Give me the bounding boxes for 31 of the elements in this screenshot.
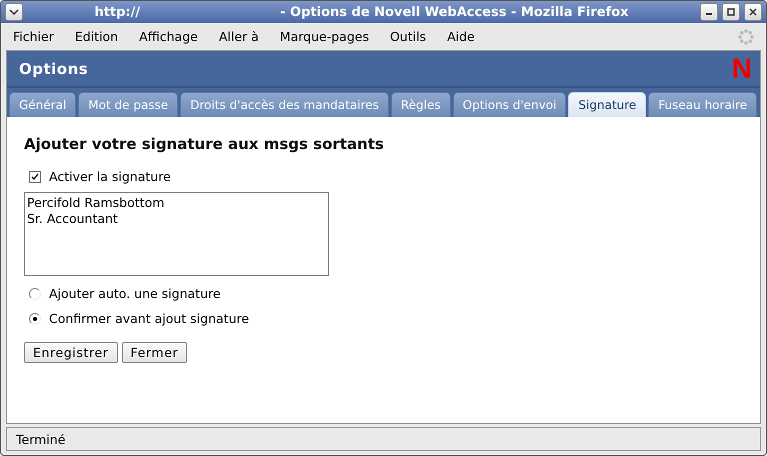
menu-item[interactable]: Aide	[447, 29, 486, 44]
window-title: http://	[94, 4, 140, 20]
tab[interactable]: Signature	[568, 92, 646, 117]
radio-label: Confirmer avant ajout signature	[49, 311, 250, 326]
window-menu-button[interactable]	[5, 3, 23, 21]
status-text: Terminé	[16, 432, 66, 446]
menu-item[interactable]: Fichier	[13, 29, 65, 44]
close-icon	[749, 8, 757, 16]
chevron-icon	[9, 9, 19, 15]
form-button[interactable]: Fermer	[122, 342, 188, 363]
logo: N	[732, 54, 752, 82]
radio-button[interactable]	[29, 312, 41, 324]
checkbox-label: Activer la signature	[49, 169, 171, 184]
close-button[interactable]	[744, 3, 762, 21]
window-title: - Options de Novell WebAccess - Mozilla Firefox	[280, 4, 629, 20]
signature-text-area[interactable]: Percifold Ramsbottom Sr. Accountant	[24, 192, 329, 276]
maximize-button[interactable]	[722, 3, 740, 21]
minimize-button[interactable]	[700, 3, 718, 21]
radio-label: Ajouter auto. une signature	[49, 286, 221, 301]
checkbox[interactable]	[29, 170, 41, 182]
menu-item[interactable]: Affichage	[139, 29, 209, 44]
page-title: Options	[19, 60, 88, 78]
radio-button[interactable]	[29, 288, 41, 300]
form-button[interactable]: Enregistrer	[24, 342, 118, 363]
maximize-icon	[727, 8, 735, 16]
menu-item[interactable]: Edition	[74, 29, 130, 44]
menu-item[interactable]: Aller à	[218, 29, 270, 44]
menu-item[interactable]: Outils	[390, 29, 438, 44]
section-heading: Ajouter votre signature aux msgs sortants	[24, 135, 384, 153]
throbber-icon	[738, 28, 754, 44]
menu-item[interactable]: Marque-pages	[280, 29, 380, 44]
